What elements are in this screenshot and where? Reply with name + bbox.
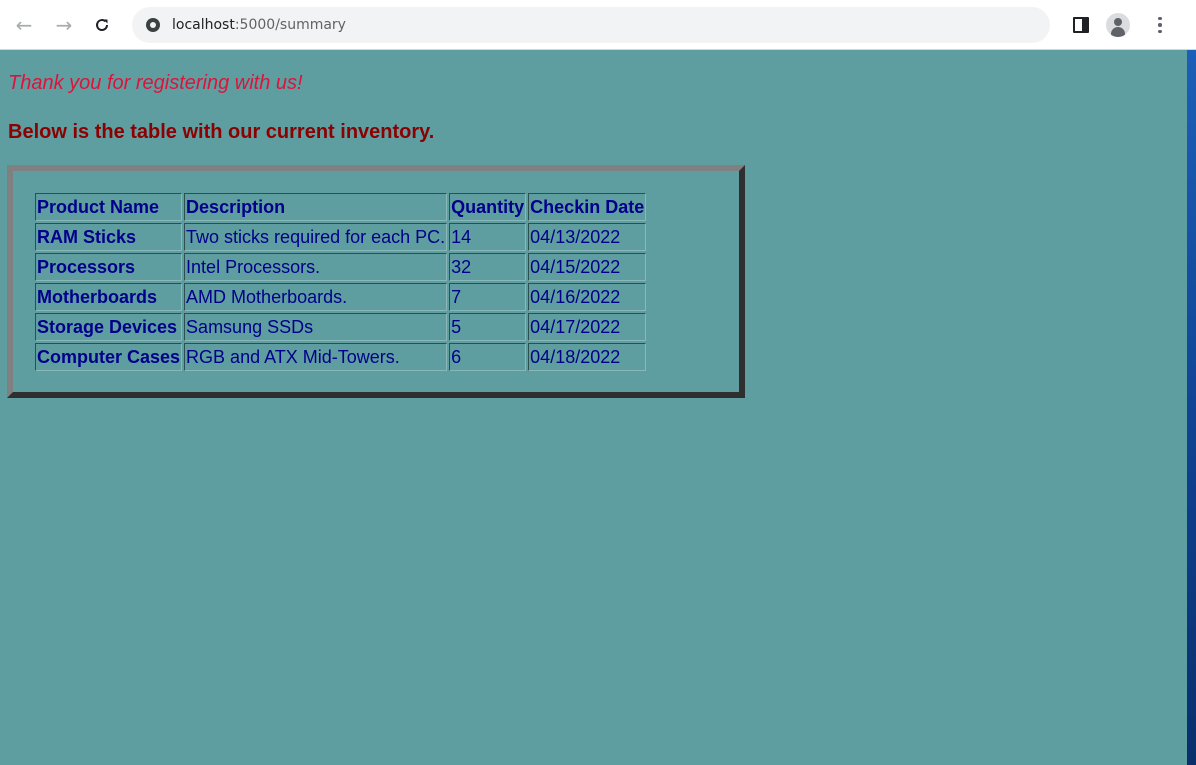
table-row: RAM Sticks Two sticks required for each … [35, 223, 647, 251]
forward-button[interactable]: → [50, 11, 78, 39]
cell-checkin-date: 04/13/2022 [528, 223, 647, 251]
table-row: Motherboards AMD Motherboards. 7 04/16/2… [35, 283, 647, 311]
site-info-icon[interactable] [146, 18, 160, 32]
cell-checkin-date: 04/15/2022 [528, 253, 647, 281]
inventory-table: Product Name Description Quantity Checki… [33, 191, 648, 373]
cell-quantity: 5 [449, 313, 527, 341]
cell-description: RGB and ATX Mid-Towers. [184, 343, 448, 371]
browser-toolbar: ← → localhost:5000/summary [0, 0, 1196, 50]
cell-description: AMD Motherboards. [184, 283, 448, 311]
cell-quantity: 14 [449, 223, 527, 251]
header-checkin-date: Checkin Date [528, 193, 647, 221]
url-path: :5000/summary [234, 17, 346, 33]
inventory-heading: Below is the table with our current inve… [8, 121, 435, 143]
url-text: localhost:5000/summary [172, 17, 346, 33]
cell-product-name: RAM Sticks [35, 223, 183, 251]
menu-button[interactable] [1146, 11, 1174, 39]
arrow-right-icon: → [55, 13, 73, 37]
header-product-name: Product Name [35, 193, 183, 221]
avatar-icon [1106, 13, 1130, 37]
arrow-left-icon: ← [15, 13, 33, 37]
cell-checkin-date: 04/17/2022 [528, 313, 647, 341]
address-bar[interactable]: localhost:5000/summary [132, 7, 1050, 43]
cell-product-name: Storage Devices [35, 313, 183, 341]
table-row: Computer Cases RGB and ATX Mid-Towers. 6… [35, 343, 647, 371]
reload-button[interactable] [88, 11, 116, 39]
desktop-background [1187, 50, 1196, 765]
table-row: Storage Devices Samsung SSDs 5 04/17/202… [35, 313, 647, 341]
table-header-row: Product Name Description Quantity Checki… [35, 193, 647, 221]
back-button[interactable]: ← [10, 11, 38, 39]
table-row: Processors Intel Processors. 32 04/15/20… [35, 253, 647, 281]
cell-description: Intel Processors. [184, 253, 448, 281]
cell-description: Two sticks required for each PC. [184, 223, 448, 251]
cell-description: Samsung SSDs [184, 313, 448, 341]
more-vert-icon [1158, 16, 1162, 34]
cell-product-name: Motherboards [35, 283, 183, 311]
thanks-message: Thank you for registering with us! [8, 72, 303, 94]
inventory-table-frame: Product Name Description Quantity Checki… [7, 165, 745, 398]
header-description: Description [184, 193, 448, 221]
cell-quantity: 6 [449, 343, 527, 371]
header-quantity: Quantity [449, 193, 527, 221]
cell-checkin-date: 04/16/2022 [528, 283, 647, 311]
cell-product-name: Processors [35, 253, 183, 281]
url-host: localhost [172, 17, 235, 33]
reload-icon [96, 19, 109, 31]
cell-checkin-date: 04/18/2022 [528, 343, 647, 371]
side-panel-button[interactable] [1067, 11, 1095, 39]
profile-button[interactable] [1104, 11, 1132, 39]
side-panel-icon [1073, 17, 1089, 33]
cell-quantity: 32 [449, 253, 527, 281]
cell-product-name: Computer Cases [35, 343, 183, 371]
cell-quantity: 7 [449, 283, 527, 311]
